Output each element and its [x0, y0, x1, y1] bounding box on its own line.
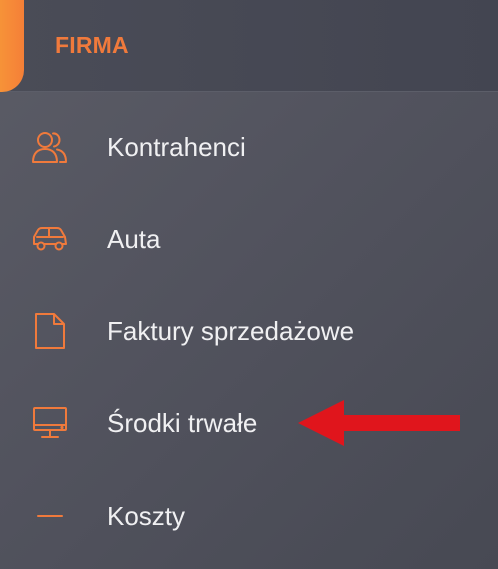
car-icon [30, 221, 70, 257]
annotation-arrow [298, 400, 460, 446]
menu-item-faktury-sprzedazowe[interactable]: Faktury sprzedażowe [0, 301, 498, 361]
menu-item-koszty[interactable]: Koszty [0, 486, 498, 546]
menu-item-label: Środki trwałe [107, 408, 258, 438]
users-icon [30, 129, 70, 165]
menu-item-auta[interactable]: Auta [0, 209, 498, 269]
sidebar-header[interactable]: FIRMA [0, 0, 498, 92]
document-icon [30, 313, 70, 349]
menu-item-label: Kontrahenci [107, 132, 246, 162]
active-accent-tab [0, 0, 24, 92]
menu-item-label: Faktury sprzedażowe [107, 316, 355, 346]
menu-item-kontrahenci[interactable]: Kontrahenci [0, 117, 498, 177]
section-title: FIRMA [55, 32, 129, 58]
minus-icon [30, 498, 70, 534]
sidebar: FIRMA Kontrahenci Auta Faktury sprzedażo… [0, 0, 498, 569]
menu-item-label: Koszty [107, 501, 186, 531]
monitor-icon [30, 405, 70, 441]
menu-item-label: Auta [107, 224, 161, 254]
